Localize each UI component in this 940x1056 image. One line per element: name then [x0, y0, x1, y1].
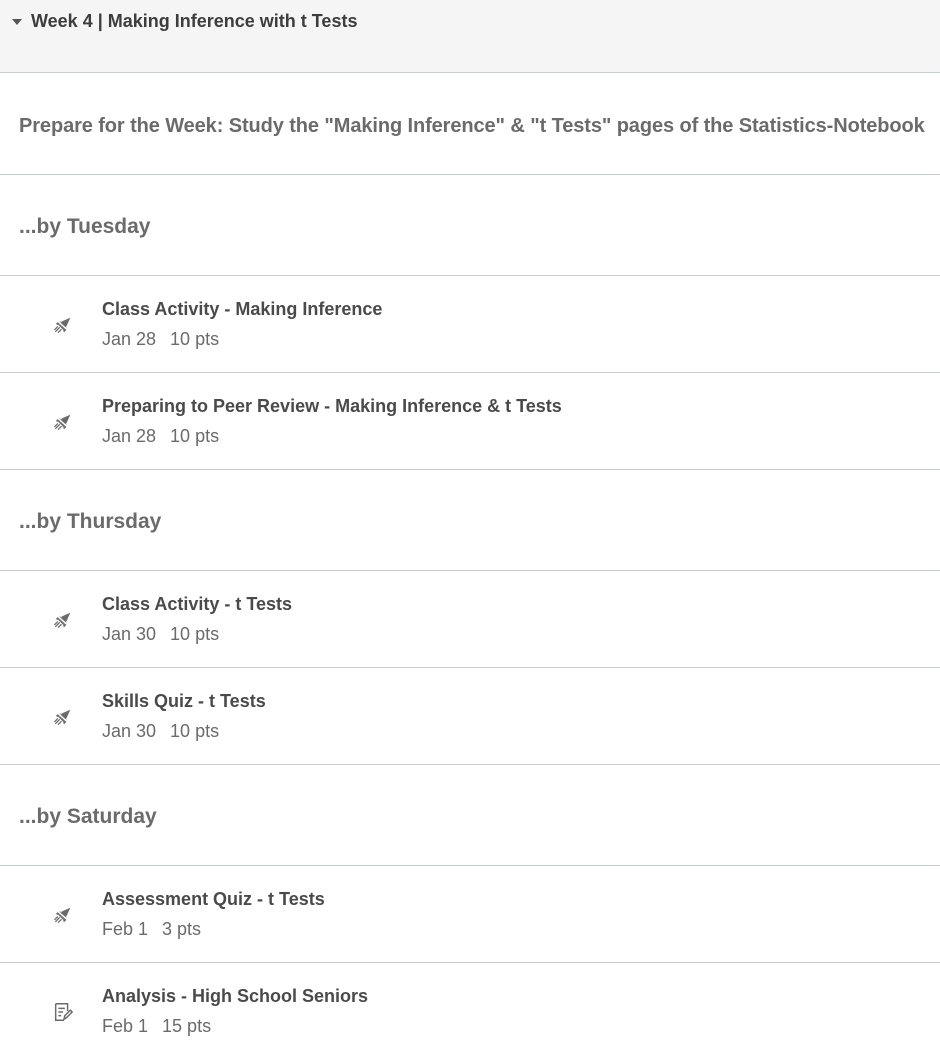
module-item[interactable]: Class Activity - t Tests Jan 30 10 pts [0, 571, 940, 668]
quiz-rocket-icon [54, 907, 72, 924]
item-title[interactable]: Class Activity - Making Inference [102, 299, 382, 320]
item-title[interactable]: Analysis - High School Seniors [102, 986, 368, 1007]
subheader-label: ...by Thursday [19, 510, 162, 533]
quiz-rocket-icon [54, 414, 72, 431]
subheader-tuesday: ...by Tuesday [0, 175, 940, 276]
item-meta: Jan 30 10 pts [102, 721, 219, 742]
module-item[interactable]: Preparing to Peer Review - Making Infere… [0, 373, 940, 470]
item-date: Jan 28 [102, 329, 157, 349]
item-title[interactable]: Preparing to Peer Review - Making Infere… [102, 396, 562, 417]
subheader-label: ...by Tuesday [19, 215, 151, 238]
module-item[interactable]: Analysis - High School Seniors Feb 1 15 p… [0, 963, 940, 1056]
item-points: 10 pts [170, 721, 220, 741]
item-meta: Jan 28 10 pts [102, 329, 219, 350]
item-meta: Feb 1 3 pts [102, 919, 201, 940]
item-date: Jan 28 [102, 426, 157, 446]
caret-down-icon[interactable] [12, 19, 22, 25]
item-meta: Jan 30 10 pts [102, 624, 219, 645]
item-title[interactable]: Assessment Quiz - t Tests [102, 889, 325, 910]
item-title[interactable]: Skills Quiz - t Tests [102, 691, 266, 712]
quiz-rocket-icon [54, 317, 72, 334]
item-date: Jan 30 [102, 624, 157, 644]
item-meta: Jan 28 10 pts [102, 426, 219, 447]
module-title[interactable]: Week 4 | Making Inference with t Tests [31, 11, 357, 32]
item-date: Feb 1 [102, 1016, 149, 1036]
item-date: Jan 30 [102, 721, 157, 741]
item-points: 10 pts [170, 426, 220, 446]
quiz-rocket-icon [54, 709, 72, 726]
prep-text: Prepare for the Week: Study the "Making … [19, 115, 925, 137]
item-points: 15 pts [162, 1016, 212, 1036]
item-points: 10 pts [170, 329, 220, 349]
module-item[interactable]: Assessment Quiz - t Tests Feb 1 3 pts [0, 866, 940, 963]
item-meta: Feb 1 15 pts [102, 1016, 211, 1037]
quiz-rocket-icon [54, 612, 72, 629]
item-title[interactable]: Class Activity - t Tests [102, 594, 292, 615]
module-item[interactable]: Skills Quiz - t Tests Jan 30 10 pts [0, 668, 940, 765]
module-item[interactable]: Class Activity - Making Inference Jan 28… [0, 276, 940, 373]
item-points: 10 pts [170, 624, 220, 644]
subheader-thursday: ...by Thursday [0, 470, 940, 571]
item-date: Feb 1 [102, 919, 149, 939]
module-header[interactable]: Week 4 | Making Inference with t Tests [0, 0, 940, 73]
subheader-saturday: ...by Saturday [0, 765, 940, 866]
assignment-edit-icon [54, 1003, 73, 1021]
item-points: 3 pts [162, 919, 202, 939]
subheader-label: ...by Saturday [19, 805, 157, 828]
prep-subheader: Prepare for the Week: Study the "Making … [0, 73, 940, 175]
